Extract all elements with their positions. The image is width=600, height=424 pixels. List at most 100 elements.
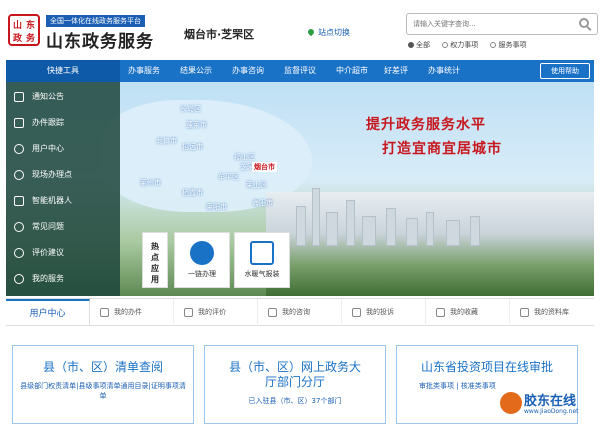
scope-service[interactable]: 服务事项 <box>490 41 526 49</box>
bell-icon <box>184 308 193 317</box>
scope-power[interactable]: 权力事项 <box>442 41 478 49</box>
scope-service-label: 服务事项 <box>498 41 527 49</box>
sidebar-item-notice[interactable]: 通知公告 <box>6 84 120 110</box>
sidebar-item-label: 通知公告 <box>32 92 64 101</box>
location-pin-icon <box>306 27 316 37</box>
feedback-icon <box>14 248 24 258</box>
map-city-label: 栖霞市 <box>182 189 203 197</box>
map-city-label: 龙口市 <box>156 137 177 145</box>
scope-all-label: 全部 <box>416 41 430 49</box>
radio-icon <box>442 42 449 48</box>
nav-item-results[interactable]: 结果公示 <box>180 60 212 82</box>
utility-icon <box>250 241 274 265</box>
panel-county-list[interactable]: 县（市、区）清单查阅 县级部门权责清单|县级事项清单通用目录|证明事项清单 <box>12 345 194 424</box>
star-icon <box>436 308 445 317</box>
panel-title: 山东省投资项目在线审批 <box>420 360 553 374</box>
bell-icon <box>14 92 24 102</box>
search-box <box>406 13 598 35</box>
hot-apps-label-text: 热点应用 <box>151 242 159 284</box>
tab-my-consults[interactable]: 我的咨询 <box>258 299 342 326</box>
nav-item-consult[interactable]: 办事咨询 <box>232 60 264 82</box>
search-icon[interactable] <box>579 18 589 28</box>
people-icon <box>14 170 24 180</box>
hot-apps-label: 热点应用 <box>142 232 168 288</box>
scope-all[interactable]: 全部 <box>408 41 430 49</box>
user-center-title[interactable]: 用户中心 <box>6 299 90 326</box>
nav-item-stats[interactable]: 办事统计 <box>428 60 460 82</box>
tab-label: 我的评价 <box>198 308 226 316</box>
sidebar-item-my-service[interactable]: 我的服务 <box>6 266 120 292</box>
tab-label: 我的投诉 <box>366 308 394 316</box>
nav-item-supervise[interactable]: 监督评议 <box>284 60 316 82</box>
tab-label: 我的收藏 <box>450 308 478 316</box>
map-city-highlight: 烟台市 <box>252 162 277 172</box>
main-nav: 快捷工具 办事服务 结果公示 办事咨询 监督评议 中介超市 好差评 办事统计 使… <box>6 60 594 82</box>
sidebar-item-label: 办件跟踪 <box>32 118 64 127</box>
nav-item-services[interactable]: 办事服务 <box>128 60 160 82</box>
nav-item-rating[interactable]: 好差评 <box>384 60 408 82</box>
phone-icon <box>352 308 361 317</box>
hot-app-chain-handling[interactable]: 一链办理 <box>174 232 230 288</box>
logo-title[interactable]: 山东政务服务 <box>46 27 154 52</box>
map-city-label: 莱州市 <box>140 179 161 187</box>
tab-my-cases[interactable]: 我的办件 <box>90 299 174 326</box>
map-city-label: 莱山区 <box>246 181 267 189</box>
question-icon <box>14 222 24 232</box>
jiaodong-logo-icon <box>500 392 522 414</box>
tab-label: 我的资料库 <box>534 308 569 316</box>
site-switch-link[interactable]: 站点切换 <box>306 27 350 38</box>
site-header: 山 东 政 务 全国一体化在线政务服务平台 山东政务服务 烟台市·芝罘区 站点切… <box>0 0 600 60</box>
map-city-label: 牟平区 <box>218 173 239 181</box>
tab-my-favorites[interactable]: 我的收藏 <box>426 299 510 326</box>
send-icon <box>14 118 24 128</box>
tab-label: 我的咨询 <box>282 308 310 316</box>
seal-char-2: 东 <box>26 21 36 31</box>
hot-app-label: 水暖气报装 <box>244 270 280 278</box>
sidebar-item-label: 常见问题 <box>32 222 64 231</box>
chat-icon <box>268 308 277 317</box>
sidebar-item-faq[interactable]: 常见问题 <box>6 214 120 240</box>
user-icon <box>14 144 24 154</box>
panel-county-hall[interactable]: 县（市、区）网上政务大厅部门分厅 已入驻县（市、区）37个部门 <box>204 345 386 424</box>
user-icon <box>520 308 529 317</box>
radio-selected-icon <box>408 42 414 48</box>
tab-label: 我的办件 <box>114 308 142 316</box>
seal-char-3: 政 <box>13 34 23 44</box>
sidebar-item-label: 智能机器人 <box>32 196 72 205</box>
sidebar-item-onsite[interactable]: 现场办理点 <box>6 162 120 188</box>
search-input[interactable] <box>407 14 567 34</box>
seal-char-1: 山 <box>13 21 23 31</box>
sidebar-item-feedback[interactable]: 评价建议 <box>6 240 120 266</box>
sidebar-item-user-center[interactable]: 用户中心 <box>6 136 120 162</box>
scope-power-label: 权力事项 <box>450 41 479 49</box>
current-region: 烟台市·芝罘区 <box>184 28 255 41</box>
city-skyline-image <box>266 188 594 296</box>
watermark-url: www.JiaoDong.net <box>524 408 579 415</box>
banner-slogan-1: 提升政务服务水平 <box>366 117 486 133</box>
tab-my-library[interactable]: 我的资料库 <box>510 299 594 326</box>
map-city-label: 海阳市 <box>252 199 273 207</box>
search-scope: 全部 权力事项 服务事项 <box>408 40 536 50</box>
banner-slogan-2: 打造宜商宜居城市 <box>382 141 502 157</box>
nav-quick-tools[interactable]: 快捷工具 <box>6 60 120 82</box>
map-city-label: 蓬莱市 <box>186 121 207 129</box>
person-icon <box>14 274 24 284</box>
tab-my-reviews[interactable]: 我的评价 <box>174 299 258 326</box>
seal-char-4: 务 <box>26 34 36 44</box>
sidebar-item-robot[interactable]: 智能机器人 <box>6 188 120 214</box>
panel-links[interactable]: 已入驻县（市、区）37个部门 <box>205 396 385 406</box>
map-city-label: 莱阳市 <box>206 203 227 211</box>
map-city-label: 招远市 <box>182 143 203 151</box>
radio-icon <box>490 42 497 48</box>
robot-icon <box>14 196 24 206</box>
tab-my-complaints[interactable]: 我的投诉 <box>342 299 426 326</box>
panel-links[interactable]: 县级部门权责清单|县级事项清单通用目录|证明事项清单 <box>13 381 193 401</box>
logo-seal[interactable]: 山 东 政 务 <box>8 14 40 46</box>
hot-app-utility-install[interactable]: 水暖气报装 <box>234 232 290 288</box>
sidebar-item-label: 评价建议 <box>32 248 64 257</box>
link-icon <box>190 241 214 265</box>
help-button[interactable]: 使用帮助 <box>540 63 590 79</box>
sidebar-item-tracking[interactable]: 办件跟踪 <box>6 110 120 136</box>
nav-item-agency-market[interactable]: 中介超市 <box>336 60 368 82</box>
jiaodong-watermark: 胶东在线 www.JiaoDong.net <box>500 386 600 424</box>
